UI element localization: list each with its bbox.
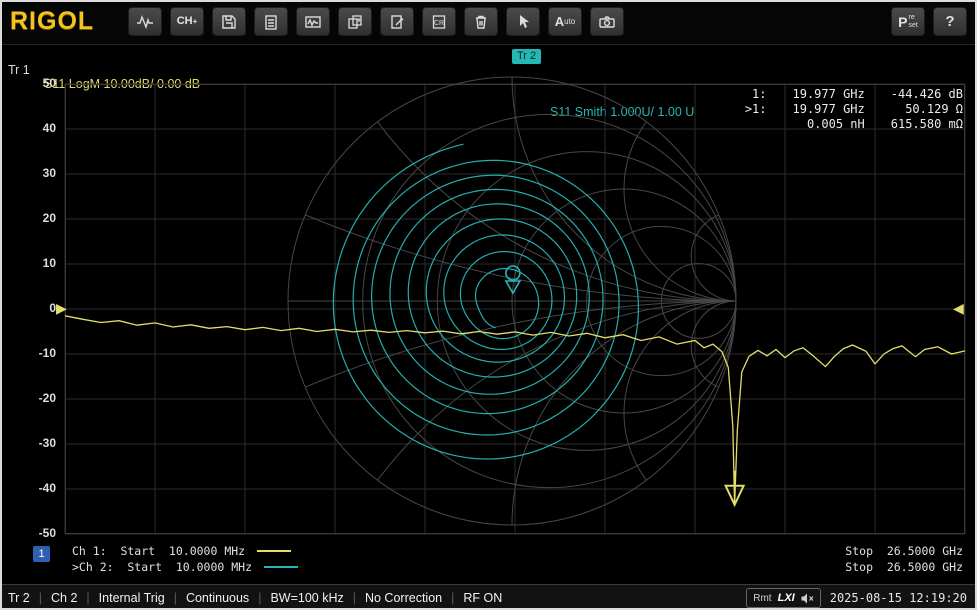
channel-copy-icon	[346, 13, 364, 31]
stop-freq-ch2: Stop 26.5000 GHz	[845, 560, 963, 574]
marker-id: 1:	[745, 87, 767, 101]
marker-value: 50.129 Ω	[891, 102, 963, 116]
y-tick: 10	[14, 256, 56, 270]
y-tick: 0	[14, 301, 56, 315]
toolbar-buttons: CH+ CR	[128, 7, 624, 36]
marker-value: 615.580 mΩ	[891, 117, 963, 131]
rigol-logo: RIGOL	[10, 7, 94, 36]
cal-label: CR	[434, 20, 444, 27]
channel-badge[interactable]: 1	[33, 546, 50, 562]
preset-label-top: re	[909, 14, 918, 22]
marker-id: >1:	[745, 102, 767, 116]
trace1-line-sample	[257, 550, 291, 552]
cursor-icon	[514, 13, 532, 31]
file-list-icon	[262, 13, 280, 31]
trash-icon	[472, 13, 490, 31]
y-tick: -20	[14, 391, 56, 405]
status-sweep-mode[interactable]: Continuous	[165, 591, 250, 605]
marker-id	[745, 117, 767, 131]
marker-readout: 1: 19.977 GHz -44.426 dB >1: 19.977 GHz …	[745, 87, 963, 131]
preset-label-big: P	[898, 14, 907, 30]
status-rf-state[interactable]: RF ON	[442, 591, 502, 605]
auto-label-small: uto	[564, 17, 575, 26]
y-tick: 20	[14, 211, 56, 225]
status-items: Tr 2 Ch 2 Internal Trig Continuous BW=10…	[0, 591, 502, 605]
toolbar: RIGOL CH+ CR	[0, 0, 977, 45]
window-layout-button[interactable]	[296, 7, 330, 36]
remote-status-box: Rmt LXI	[746, 588, 820, 608]
datetime: 2025-08-15 12:19:20	[830, 591, 967, 605]
status-active-channel[interactable]: Ch 2	[30, 591, 78, 605]
y-tick: 30	[14, 166, 56, 180]
y-tick: -40	[14, 481, 56, 495]
status-right: Rmt LXI 2025-08-15 12:19:20	[746, 588, 977, 608]
vna-screen: RIGOL CH+ CR	[0, 0, 977, 610]
status-trigger-source[interactable]: Internal Trig	[77, 591, 164, 605]
status-if-bandwidth[interactable]: BW=100 kHz	[249, 591, 344, 605]
lxi-logo: LXI	[778, 592, 795, 604]
ch-plus-sup: +	[193, 18, 198, 26]
y-tick: 40	[14, 121, 56, 135]
save-button[interactable]	[212, 7, 246, 36]
ch-plus-label: CH	[177, 16, 193, 27]
cal-button[interactable]: CR	[422, 7, 456, 36]
legend-ch1-text: Ch 1: Start 10.0000 MHz	[72, 544, 245, 558]
status-active-trace[interactable]: Tr 2	[8, 591, 30, 605]
touch-button[interactable]	[506, 7, 540, 36]
save-icon	[220, 13, 238, 31]
trace-window-icon	[304, 13, 322, 31]
trace-button[interactable]	[128, 7, 162, 36]
y-tick: -50	[14, 526, 56, 540]
recall-button[interactable]	[254, 7, 288, 36]
marker-freq: 19.977 GHz	[793, 87, 865, 101]
y-tick: -10	[14, 346, 56, 360]
y-tick: 50	[14, 76, 56, 90]
legend-ch1: Ch 1: Start 10.0000 MHz	[72, 544, 291, 558]
delete-button[interactable]	[464, 7, 498, 36]
add-channel-button[interactable]: CH+	[170, 7, 204, 36]
trace1-selector[interactable]: Tr 1	[8, 63, 30, 77]
help-button[interactable]: ?	[933, 7, 967, 36]
marker-value: -44.426 dB	[891, 87, 963, 101]
toolbar-right-buttons: P reset ?	[891, 7, 967, 36]
preset-button[interactable]: P reset	[891, 7, 925, 36]
edit-file-icon	[388, 13, 406, 31]
cal-file-icon: CR	[430, 13, 448, 31]
auto-label-big: A	[555, 14, 564, 29]
stop-freq-ch1: Stop 26.5000 GHz	[845, 544, 963, 558]
trace-header: Tr 1 S11 LogM 10.00dB/ 0.00 dB Tr 2 S11 …	[0, 49, 977, 67]
trace2-line-sample	[264, 566, 298, 568]
screenshot-button[interactable]	[590, 7, 624, 36]
trace2-selector-badge[interactable]: Tr 2	[512, 49, 541, 64]
preset-label-bottom: set	[909, 22, 918, 30]
legend-ch2-text: >Ch 2: Start 10.0000 MHz	[72, 560, 252, 574]
waveform-icon	[136, 13, 154, 31]
add-trace-button[interactable]	[338, 7, 372, 36]
plot-canvas[interactable]	[65, 84, 965, 534]
help-label: ?	[945, 13, 954, 30]
autoscale-button[interactable]: Auto	[548, 7, 582, 36]
status-bar: Tr 2 Ch 2 Internal Trig Continuous BW=10…	[0, 584, 977, 610]
edit-button[interactable]	[380, 7, 414, 36]
ref-level-marker-right: ◀	[953, 301, 964, 315]
y-tick: -30	[14, 436, 56, 450]
speaker-muted-icon	[801, 593, 814, 604]
remote-label: Rmt	[753, 593, 771, 604]
marker-freq: 0.005 nH	[793, 117, 865, 131]
camera-icon	[598, 13, 616, 31]
marker-freq: 19.977 GHz	[793, 102, 865, 116]
legend-ch2: >Ch 2: Start 10.0000 MHz	[72, 560, 298, 574]
ref-level-marker-left: ▶	[56, 301, 67, 315]
status-correction[interactable]: No Correction	[344, 591, 442, 605]
